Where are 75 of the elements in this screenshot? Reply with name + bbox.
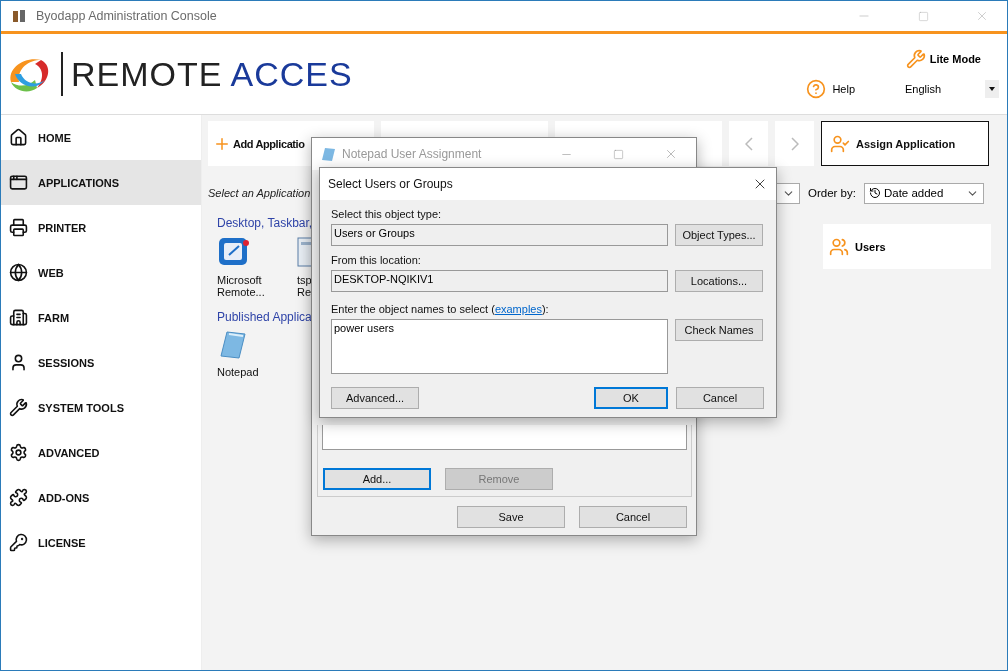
tab-label: Users <box>855 240 886 253</box>
logo-text: REMOTE <box>71 54 223 94</box>
printer-icon <box>9 218 28 237</box>
user-list[interactable] <box>322 425 687 450</box>
building-icon <box>9 308 28 327</box>
field-label: Select this object type: <box>331 208 443 220</box>
users-tab[interactable]: Users <box>823 224 991 269</box>
logo-text: ACCES <box>230 54 353 94</box>
field-label: From this location: <box>331 254 422 266</box>
object-names-field[interactable]: power users <box>331 319 668 374</box>
sidebar-item[interactable]: APPLICATIONS <box>1 160 201 205</box>
tools-icon <box>11 8 27 24</box>
language-select[interactable]: English <box>905 83 979 95</box>
select-prompt: Select an Application <box>208 187 312 199</box>
object-types-button[interactable]: Object Types... <box>675 224 763 246</box>
app-item[interactable]: Microsoft Remote... <box>217 236 277 298</box>
section-title: Desktop, Taskbar, <box>217 216 314 230</box>
chevron-right-icon <box>790 136 799 151</box>
window-icon <box>9 173 28 192</box>
help-link[interactable]: Help <box>832 83 855 95</box>
dialog-button[interactable]: Cancel <box>579 506 687 528</box>
field-label: Enter the object names to select (examples): <box>331 303 550 315</box>
sidebar-label: WEB <box>38 266 64 279</box>
history-icon <box>868 187 881 199</box>
dialog-button[interactable]: Save <box>457 506 565 528</box>
next-button[interactable] <box>775 121 814 166</box>
notepad-icon <box>217 330 249 360</box>
sidebar-label: FARM <box>38 311 70 324</box>
users-icon <box>829 236 849 257</box>
wrench-icon <box>9 398 28 417</box>
sidebar-label: HOME <box>38 131 71 144</box>
user-icon <box>9 353 28 372</box>
check-names-button[interactable]: Check Names <box>675 319 763 341</box>
maximize-icon[interactable] <box>917 10 929 22</box>
notepad-icon <box>320 146 336 162</box>
app-label: Microsoft Remote... <box>217 274 266 298</box>
app-label: Notepad <box>217 366 260 378</box>
sidebar-label: SESSIONS <box>38 356 95 369</box>
sidebar-label: APPLICATIONS <box>38 176 120 189</box>
app-label: tsp Re <box>297 274 313 298</box>
chevron-left-icon <box>744 136 753 151</box>
order-select[interactable]: Date added <box>863 182 984 204</box>
dialog-button[interactable]: Advanced... <box>331 387 419 409</box>
user-check-icon <box>830 133 850 154</box>
globe-icon <box>9 263 28 282</box>
tile-label: Assign Application <box>856 137 956 150</box>
caret-icon <box>989 87 995 91</box>
key-icon <box>9 533 28 552</box>
sidebar-label: LICENSE <box>38 536 86 549</box>
dialog-button[interactable]: OK <box>594 387 668 409</box>
sidebar-label: ADD-ONS <box>38 491 90 504</box>
locations-button[interactable]: Locations... <box>675 270 763 292</box>
order-label: Order by: <box>808 187 856 199</box>
window-title: Byodapp Administration Console <box>36 9 218 23</box>
dialog-button[interactable]: Add... <box>323 468 431 490</box>
dropdown-button[interactable] <box>985 80 999 98</box>
home-icon <box>9 128 28 147</box>
sidebar-label: PRINTER <box>38 221 87 234</box>
dialog-button[interactable]: Cancel <box>676 387 764 409</box>
location-field: DESKTOP-NQIKIV1 <box>331 270 668 292</box>
tile-label: Add Applicatio <box>233 137 305 150</box>
lite-mode-button[interactable]: Lite Mode <box>929 53 981 65</box>
object-type-field: Users or Groups <box>331 224 668 246</box>
remote-desktop-icon <box>217 236 251 268</box>
dialog-title: Select Users or Groups <box>328 177 454 191</box>
settings-icon <box>9 443 28 462</box>
app-item[interactable]: Notepad <box>217 330 277 378</box>
assign-application-button[interactable]: Assign Application <box>821 121 989 166</box>
maximize-icon[interactable] <box>613 148 624 160</box>
help-icon <box>806 79 827 99</box>
wrench-icon <box>905 49 926 69</box>
puzzle-icon <box>9 488 28 507</box>
sidebar-label: ADVANCED <box>38 446 100 459</box>
sidebar-label: SYSTEM TOOLS <box>38 401 124 414</box>
previous-button[interactable] <box>729 121 768 166</box>
